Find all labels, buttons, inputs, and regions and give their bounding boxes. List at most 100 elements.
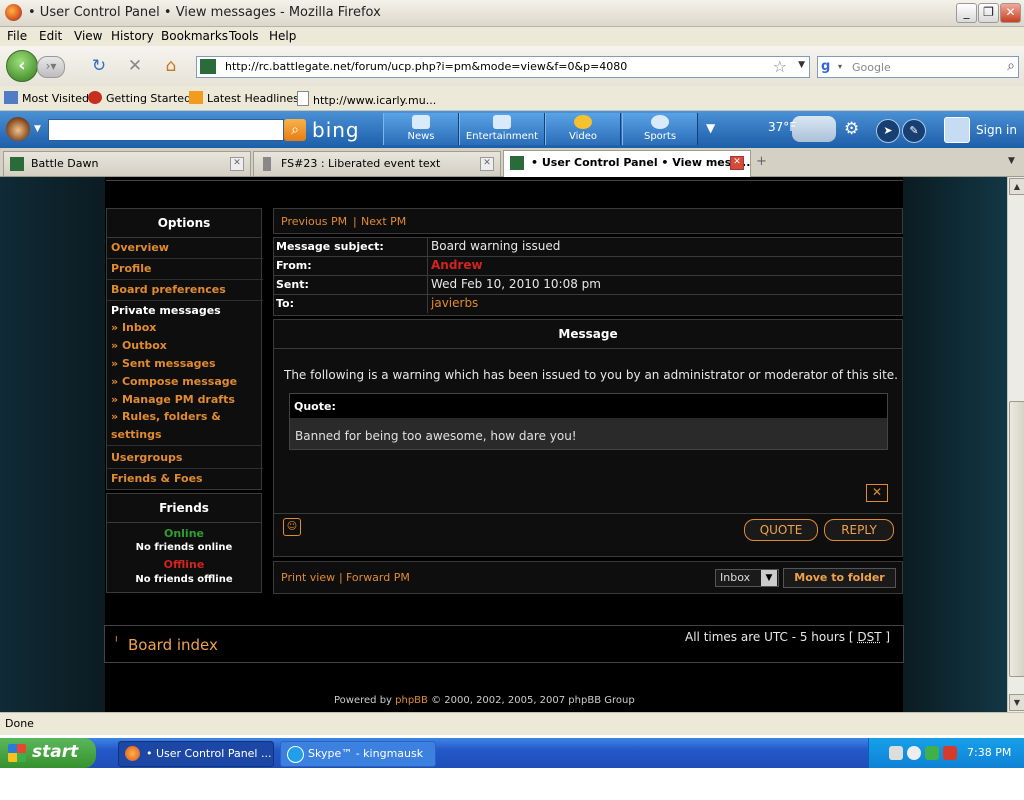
board-index-link[interactable]: Board index bbox=[128, 636, 218, 654]
menu-tools[interactable]: Tools bbox=[229, 29, 259, 43]
move-to-folder-button[interactable]: Move to folder bbox=[783, 568, 896, 588]
stop-icon[interactable]: ✕ bbox=[125, 57, 145, 75]
bookmark-label: Getting Started bbox=[106, 92, 192, 105]
bing-search-button[interactable]: ⌕ bbox=[284, 119, 306, 141]
menu-history[interactable]: History bbox=[111, 29, 154, 43]
bookmark-star-icon[interactable]: ☆ bbox=[773, 57, 787, 76]
pm-link-settings[interactable]: settings bbox=[111, 428, 162, 441]
bing-tab-news[interactable]: News bbox=[383, 113, 459, 145]
avatar-icon[interactable] bbox=[6, 117, 30, 141]
user-icon[interactable] bbox=[944, 117, 970, 143]
more-tabs-icon[interactable]: ▼ bbox=[706, 121, 715, 135]
sign-in-link[interactable]: Sign in bbox=[976, 123, 1017, 137]
new-tab-button[interactable]: + bbox=[756, 154, 767, 169]
menu-file[interactable]: File bbox=[7, 29, 27, 43]
quote-label: Quote: bbox=[294, 400, 336, 413]
menu-bookmarks[interactable]: Bookmarks bbox=[161, 29, 228, 43]
back-button[interactable]: ‹ bbox=[6, 50, 38, 82]
tab-user-control-panel[interactable]: • User Control Panel • View mess... ✕ bbox=[503, 150, 751, 177]
bookmark-latest-headlines[interactable]: Latest Headlines bbox=[189, 91, 299, 105]
message-header-table: Message subject: Board warning issued Fr… bbox=[273, 237, 903, 316]
start-button[interactable]: start bbox=[0, 738, 96, 768]
bing-tab-sports[interactable]: Sports bbox=[622, 113, 698, 145]
menu-help[interactable]: Help bbox=[269, 29, 296, 43]
maximize-button[interactable]: ❐ bbox=[978, 3, 999, 23]
url-dropdown-icon[interactable]: ▼ bbox=[798, 60, 805, 70]
forward-pm-link[interactable]: Forward PM bbox=[346, 571, 410, 584]
minimize-button[interactable]: _ bbox=[956, 3, 977, 23]
option-friends-foes[interactable]: Friends & Foes bbox=[107, 469, 263, 489]
print-view-link[interactable]: Print view bbox=[281, 571, 335, 584]
option-profile[interactable]: Profile bbox=[107, 259, 263, 280]
wrench-icon[interactable]: ✎ bbox=[902, 119, 926, 143]
close-window-button[interactable]: ✕ bbox=[1000, 3, 1021, 23]
pm-link-drafts[interactable]: » Manage PM drafts bbox=[111, 393, 235, 406]
taskbar-item-firefox[interactable]: • User Control Panel ... bbox=[118, 741, 274, 767]
column-separator bbox=[427, 238, 428, 256]
bookmark-icarly[interactable]: http://www.icarly.mu... bbox=[297, 91, 436, 107]
reply-button[interactable]: REPLY bbox=[824, 519, 894, 541]
menu-edit[interactable]: Edit bbox=[39, 29, 62, 43]
antivirus-icon[interactable] bbox=[943, 746, 957, 760]
tab-battle-dawn[interactable]: Battle Dawn ✕ bbox=[3, 151, 251, 176]
folder-select[interactable]: Inbox ▼ bbox=[715, 569, 779, 587]
phpbb-link[interactable]: phpBB bbox=[395, 695, 428, 706]
chevron-down-icon[interactable]: ▼ bbox=[761, 570, 777, 586]
private-messages-heading: Private messages bbox=[111, 304, 221, 317]
rss-icon bbox=[189, 91, 203, 104]
home-icon[interactable]: ⌂ bbox=[161, 57, 181, 75]
to-user-link[interactable]: javierbs bbox=[431, 296, 478, 310]
menu-view[interactable]: View bbox=[74, 29, 102, 43]
option-overview[interactable]: Overview bbox=[107, 238, 263, 259]
option-usergroups[interactable]: Usergroups bbox=[107, 448, 263, 469]
taskbar-item-skype[interactable]: Skype™ - kingmausk bbox=[280, 741, 436, 767]
message-actions-bar: Print view | Forward PM Inbox ▼ Move to … bbox=[273, 561, 903, 594]
keyboard-icon[interactable] bbox=[889, 746, 903, 760]
reload-icon[interactable]: ↻ bbox=[89, 57, 109, 75]
previous-pm-link[interactable]: Previous PM bbox=[281, 215, 347, 228]
online-label: Online bbox=[163, 527, 204, 540]
scroll-thumb[interactable] bbox=[1009, 401, 1024, 677]
back-arrow-icon[interactable] bbox=[907, 746, 921, 760]
bookmark-getting-started[interactable]: Getting Started bbox=[88, 91, 191, 105]
search-bar[interactable]: g ▾ Google ⌕ bbox=[817, 56, 1019, 78]
report-icon[interactable]: ✕ bbox=[866, 484, 888, 502]
bing-tab-video[interactable]: Video bbox=[545, 113, 621, 145]
vertical-scrollbar[interactable]: ▲ ▼ bbox=[1007, 177, 1024, 712]
bing-tab-entertainment[interactable]: Entertainment bbox=[459, 113, 545, 145]
options-panel: Options Overview Profile Board preferenc… bbox=[106, 208, 263, 490]
tab-list-icon[interactable]: ▼ bbox=[1008, 156, 1015, 166]
option-board-preferences[interactable]: Board preferences bbox=[107, 280, 263, 301]
search-icon[interactable]: ⌕ bbox=[1007, 58, 1015, 74]
pm-link-compose[interactable]: » Compose message bbox=[111, 375, 237, 388]
bing-search-input[interactable] bbox=[48, 119, 284, 141]
chevron-down-icon[interactable]: ▼ bbox=[34, 124, 41, 134]
clock[interactable]: 7:38 PM bbox=[967, 746, 1011, 759]
temperature[interactable]: 37°F bbox=[768, 120, 796, 134]
tab-fs23[interactable]: FS#23 : Liberated event text ✕ bbox=[253, 151, 501, 176]
navigation-toolbar: ‹ ›▾ ↻ ✕ ⌂ http://rc.battlegate.net/foru… bbox=[0, 46, 1024, 86]
pm-link-sent[interactable]: » Sent messages bbox=[111, 357, 216, 370]
pm-link-inbox[interactable]: » Inbox bbox=[111, 321, 156, 334]
shield-icon[interactable] bbox=[925, 746, 939, 760]
bookmark-most-visited[interactable]: Most Visited bbox=[4, 91, 89, 105]
url-text[interactable]: http://rc.battlegate.net/forum/ucp.php?i… bbox=[225, 60, 627, 73]
from-user-link[interactable]: Andrew bbox=[431, 258, 483, 272]
scroll-up-arrow[interactable]: ▲ bbox=[1009, 178, 1024, 195]
gear-icon[interactable]: ⚙ bbox=[844, 119, 859, 139]
close-tab-icon[interactable]: ✕ bbox=[480, 157, 494, 171]
quote-button[interactable]: QUOTE bbox=[744, 519, 818, 541]
close-tab-icon[interactable]: ✕ bbox=[730, 156, 744, 170]
pm-link-outbox[interactable]: » Outbox bbox=[111, 339, 167, 352]
scroll-down-arrow[interactable]: ▼ bbox=[1009, 694, 1024, 711]
url-bar[interactable]: http://rc.battlegate.net/forum/ucp.php?i… bbox=[196, 56, 810, 78]
message-panel: Message The following is a warning which… bbox=[273, 319, 903, 557]
google-icon[interactable]: g bbox=[821, 59, 835, 74]
search-engine-dropdown-icon[interactable]: ▾ bbox=[838, 62, 842, 71]
forward-button[interactable]: ›▾ bbox=[37, 56, 65, 78]
cursor-icon[interactable]: ➤ bbox=[876, 119, 900, 143]
pm-link-rules[interactable]: » Rules, folders & bbox=[111, 410, 221, 423]
next-pm-link[interactable]: Next PM bbox=[361, 215, 406, 228]
profile-icon[interactable]: ☺ bbox=[283, 518, 301, 536]
close-tab-icon[interactable]: ✕ bbox=[230, 157, 244, 171]
